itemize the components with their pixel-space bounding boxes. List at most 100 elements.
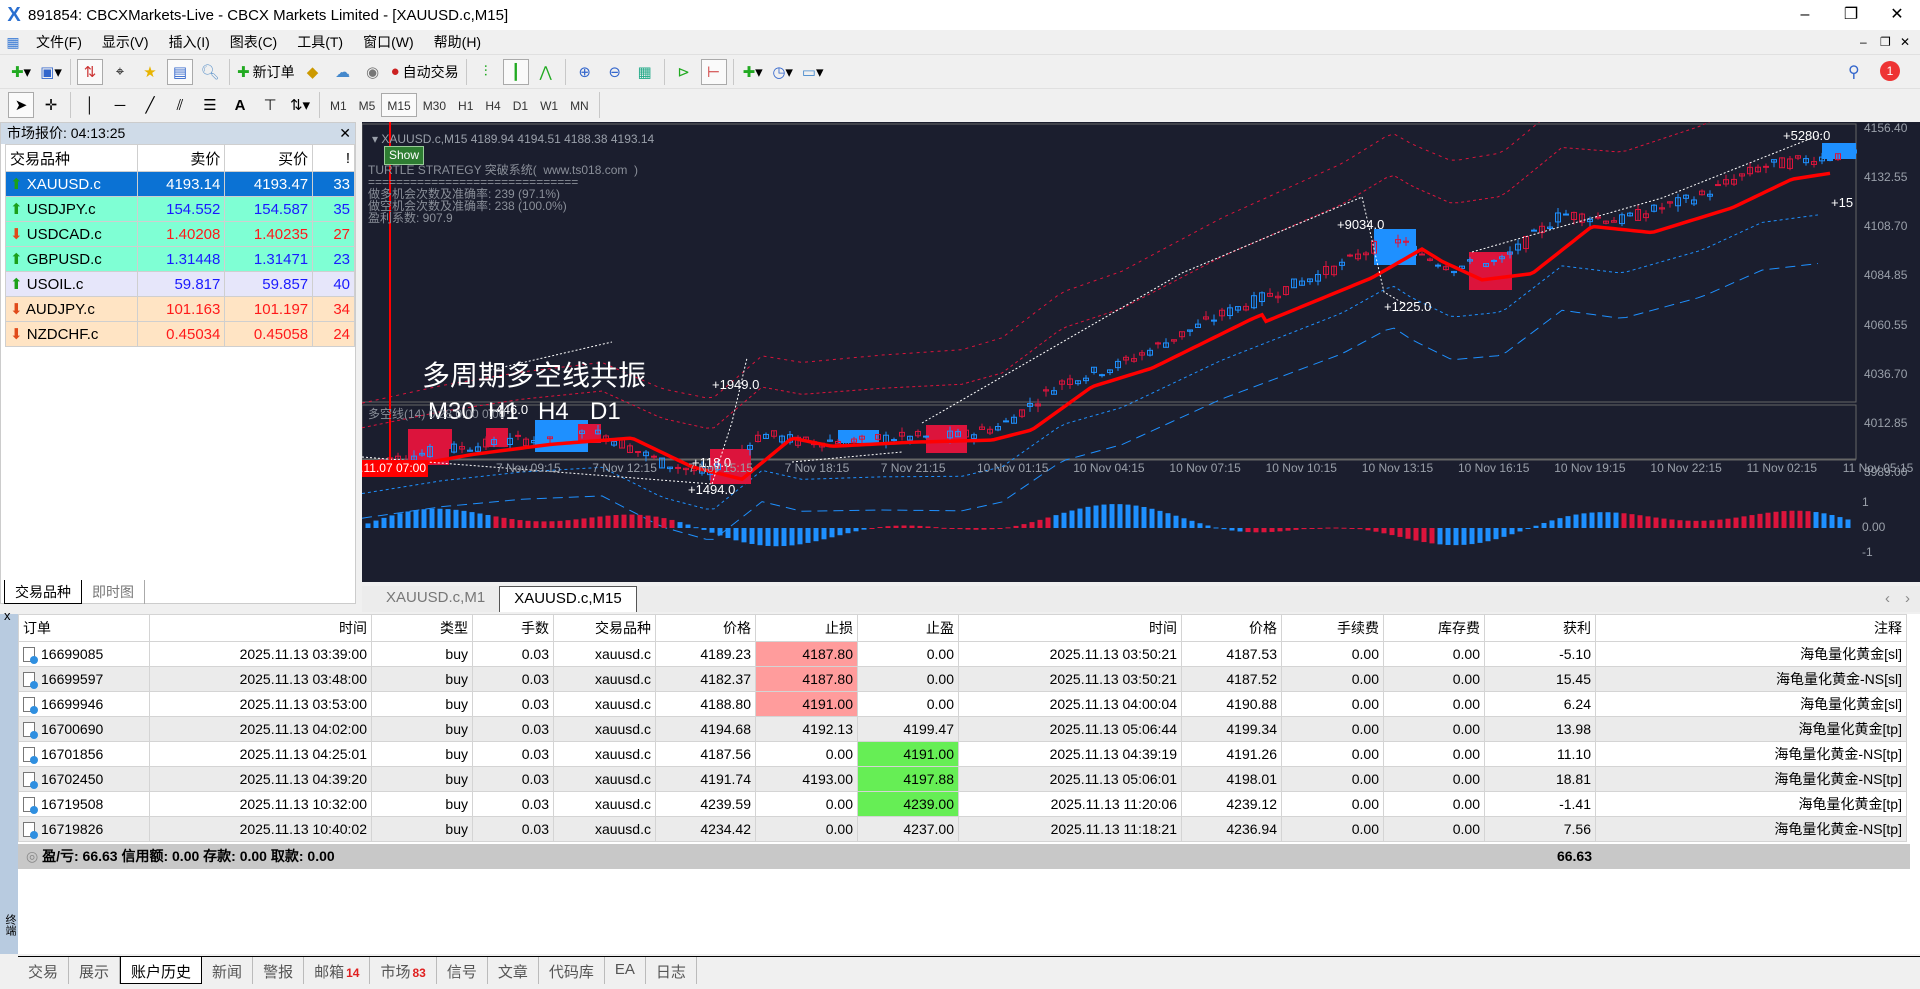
cloud-button[interactable]: ☁ xyxy=(330,59,356,85)
column-header[interactable]: 手续费 xyxy=(1281,614,1384,642)
meta-editor-button[interactable]: ◆ xyxy=(300,59,326,85)
column-header[interactable]: 价格 xyxy=(1181,614,1282,642)
terminal-tab[interactable]: 展示 xyxy=(69,957,121,984)
history-row[interactable]: 16699597 2025.11.13 03:48:00 buy 0.03 xauusd… xyxy=(18,666,1907,692)
terminal-tab[interactable]: 日志 xyxy=(646,957,697,984)
strategy-tester-button[interactable]: 🔍︎ xyxy=(197,59,223,85)
tab-tick-chart[interactable]: 即时图 xyxy=(82,580,145,604)
chart-shift-button[interactable]: ⊢ xyxy=(700,58,727,85)
terminal-tab[interactable]: 代码库 xyxy=(539,957,605,984)
zoom-out-button[interactable]: ⊖ xyxy=(602,59,628,85)
column-header[interactable]: 获利 xyxy=(1484,614,1596,642)
menu-item[interactable]: 工具(T) xyxy=(287,32,353,52)
timeframe-mn[interactable]: MN xyxy=(564,93,595,117)
history-row[interactable]: 16701856 2025.11.13 04:25:01 buy 0.03 xauusd… xyxy=(18,741,1907,767)
terminal-tab[interactable]: EA xyxy=(605,957,646,984)
menu-item[interactable]: 帮助(H) xyxy=(424,32,491,52)
tab-symbols[interactable]: 交易品种 xyxy=(4,580,82,604)
close-button[interactable]: ✕ xyxy=(1874,0,1920,30)
fibonacci-tool[interactable]: ☰ xyxy=(197,92,223,118)
close-terminal-icon[interactable]: x xyxy=(4,608,11,623)
timeframe-h4[interactable]: H4 xyxy=(479,93,506,117)
text-label-tool[interactable]: ⊤ xyxy=(257,92,283,118)
minimize-button[interactable]: – xyxy=(1782,0,1828,30)
column-header[interactable]: 止损 xyxy=(755,614,858,642)
signals-button[interactable]: ◉ xyxy=(360,59,386,85)
chart-tab-m15[interactable]: XAUUSD.c,M15 xyxy=(499,586,637,612)
horizontal-line-tool[interactable]: ─ xyxy=(107,92,133,118)
timeframe-m30[interactable]: M30 xyxy=(417,93,452,117)
bar-chart-button[interactable]: ⫶ xyxy=(473,59,499,85)
column-header[interactable]: 类型 xyxy=(371,614,473,642)
new-chart-button[interactable]: ✚ ▾ xyxy=(8,59,34,85)
navigator-button[interactable]: ★ xyxy=(137,59,163,85)
mdi-close-button[interactable]: ✕ xyxy=(1900,35,1910,49)
column-header[interactable]: 交易品种 xyxy=(5,144,138,172)
terminal-tab[interactable]: 交易 xyxy=(18,957,70,984)
column-header[interactable]: 止盈 xyxy=(857,614,959,642)
timeframe-m1[interactable]: M1 xyxy=(324,93,353,117)
column-header[interactable]: 交易品种 xyxy=(553,614,656,642)
market-watch-row[interactable]: ⬆ USOIL.c 59.817 59.857 40 xyxy=(5,271,355,297)
maximize-button[interactable]: ❐ xyxy=(1828,0,1874,30)
terminal-tab[interactable]: 邮箱 14 xyxy=(304,957,371,984)
terminal-tab[interactable]: 市场 83 xyxy=(370,957,437,984)
menu-item[interactable]: 插入(I) xyxy=(159,32,220,52)
indicators-button[interactable]: ✚ ▾ xyxy=(740,59,766,85)
close-icon[interactable]: ✕ xyxy=(339,123,351,144)
zoom-in-button[interactable]: ⊕ xyxy=(572,59,598,85)
autoscroll-button[interactable]: ⊳ xyxy=(671,59,697,85)
auto-trading-button[interactable]: ● 自动交易 xyxy=(390,59,460,85)
column-header[interactable]: 时间 xyxy=(958,614,1182,642)
market-watch-button[interactable]: ⇅ xyxy=(77,58,103,85)
terminal-button[interactable]: ▤ xyxy=(167,58,193,85)
market-watch-row[interactable]: ⬇ AUDJPY.c 101.163 101.197 34 xyxy=(5,296,355,322)
timeframe-w1[interactable]: W1 xyxy=(534,93,564,117)
data-window-button[interactable]: ⌖ xyxy=(107,59,133,85)
new-order-button[interactable]: ✚ 新订单 xyxy=(236,59,296,85)
column-header[interactable]: 订单 xyxy=(18,614,150,642)
mdi-restore-button[interactable]: ❐ xyxy=(1880,35,1891,49)
timeframe-m5[interactable]: M5 xyxy=(353,93,382,117)
terminal-tab[interactable]: 警报 xyxy=(253,957,305,984)
market-watch-row[interactable]: ⬆ GBPUSD.c 1.31448 1.31471 23 xyxy=(5,246,355,272)
periods-button[interactable]: ◷ ▾ xyxy=(770,59,796,85)
market-watch-row[interactable]: ⬆ USDJPY.c 154.552 154.587 35 xyxy=(5,196,355,222)
menu-item[interactable]: 窗口(W) xyxy=(353,32,424,52)
text-tool[interactable]: A xyxy=(227,92,253,118)
terminal-tab[interactable]: 账户历史 xyxy=(120,957,203,984)
timeframe-m15[interactable]: M15 xyxy=(381,93,417,117)
trendline-tool[interactable]: ╱ xyxy=(137,92,163,118)
menu-item[interactable]: 文件(F) xyxy=(26,32,92,52)
column-header[interactable]: 注释 xyxy=(1595,614,1907,642)
menu-item[interactable]: 图表(C) xyxy=(220,32,287,52)
timeframe-h1[interactable]: H1 xyxy=(452,93,479,117)
terminal-tab[interactable]: 新闻 xyxy=(202,957,254,984)
history-row[interactable]: 16702450 2025.11.13 04:39:20 buy 0.03 xauusd… xyxy=(18,766,1907,792)
cursor-tool[interactable]: ➤ xyxy=(8,92,34,118)
candlestick-button[interactable]: ┃ xyxy=(502,58,529,85)
column-header[interactable]: 时间 xyxy=(149,614,372,642)
history-row[interactable]: 16719508 2025.11.13 10:32:00 buy 0.03 xauusd… xyxy=(18,791,1907,817)
timeframe-d1[interactable]: D1 xyxy=(507,93,534,117)
market-watch-row[interactable]: ⬇ NZDCHF.c 0.45034 0.45058 24 xyxy=(5,321,355,347)
templates-button[interactable]: ▭ ▾ xyxy=(800,59,826,85)
column-header[interactable]: 卖价 xyxy=(136,144,226,172)
vertical-line-tool[interactable]: │ xyxy=(77,92,103,118)
tile-windows-button[interactable]: ▦ xyxy=(632,59,658,85)
channel-tool[interactable]: ⫽ xyxy=(167,92,193,118)
terminal-tab[interactable]: 文章 xyxy=(488,957,539,984)
column-header[interactable]: ! xyxy=(312,144,355,172)
terminal-tab[interactable]: 信号 xyxy=(437,957,488,984)
scroll-left-icon[interactable]: ‹ xyxy=(1885,590,1890,607)
mdi-minimize-button[interactable]: – xyxy=(1860,35,1867,49)
crosshair-tool[interactable]: ✛ xyxy=(38,92,64,118)
terminal-side-bar[interactable]: x 终端 xyxy=(0,608,18,954)
profiles-button[interactable]: ▣ ▾ xyxy=(38,59,64,85)
history-row[interactable]: 16719826 2025.11.13 10:40:02 buy 0.03 xauusd… xyxy=(18,816,1907,842)
column-header[interactable]: 买价 xyxy=(224,144,314,172)
history-row[interactable]: 16699946 2025.11.13 03:53:00 buy 0.03 xauusd… xyxy=(18,691,1907,717)
column-header[interactable]: 手数 xyxy=(472,614,554,642)
arrows-tool[interactable]: ⇅▾ xyxy=(287,92,313,118)
line-chart-button[interactable]: ⋀ xyxy=(533,59,559,85)
